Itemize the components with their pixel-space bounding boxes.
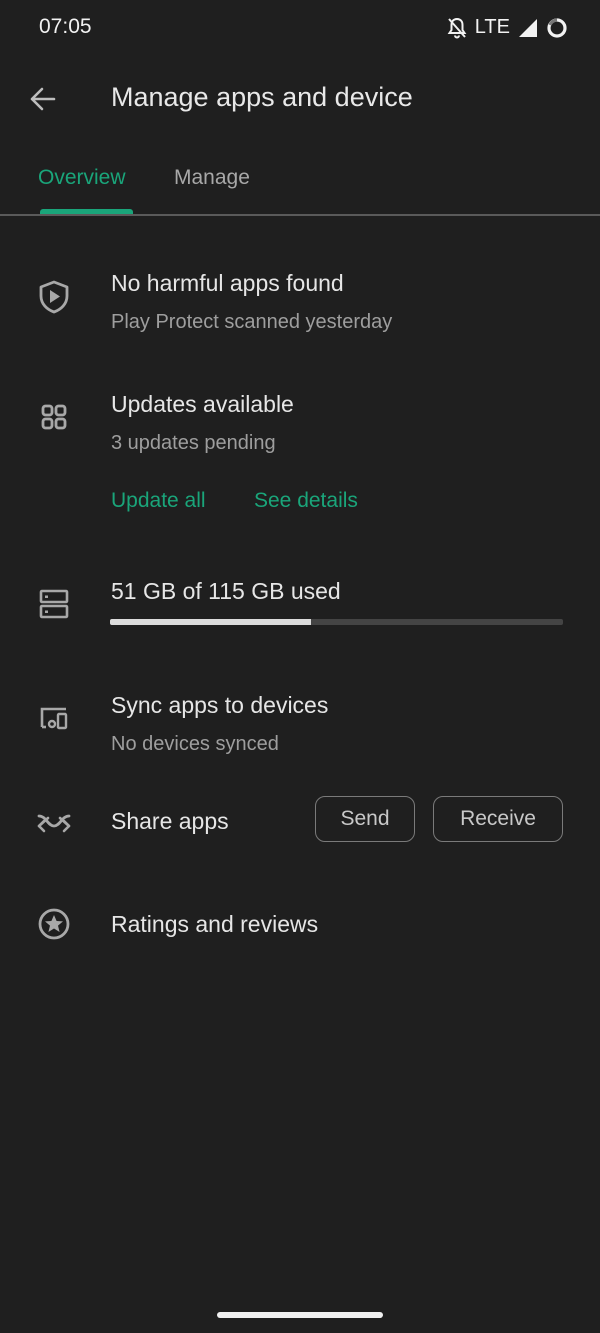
- share-apps-icon: [37, 814, 71, 833]
- storage-progress-fill: [110, 619, 311, 625]
- storage-progress-bar: [110, 619, 563, 625]
- sync-title: Sync apps to devices: [111, 692, 329, 718]
- back-button[interactable]: [28, 84, 58, 114]
- arrow-left-icon: [30, 87, 56, 111]
- send-button[interactable]: Send: [315, 796, 415, 842]
- receive-button[interactable]: Receive: [433, 796, 563, 842]
- tab-manage[interactable]: Manage: [174, 166, 250, 190]
- page-title: Manage apps and device: [111, 82, 413, 112]
- tab-divider: [0, 214, 600, 216]
- tab-overview[interactable]: Overview: [38, 166, 126, 190]
- ratings-title: Ratings and reviews: [111, 911, 319, 937]
- update-all-button[interactable]: Update all: [111, 489, 206, 513]
- star-circle-icon: [38, 908, 70, 940]
- updates-title: Updates available: [111, 391, 294, 417]
- home-gesture-bar[interactable]: [217, 1312, 383, 1318]
- see-details-button[interactable]: See details: [254, 489, 358, 513]
- status-icons: LTE: [447, 16, 568, 39]
- play-protect-subtitle: Play Protect scanned yesterday: [111, 311, 393, 333]
- apps-grid-icon: [41, 404, 67, 430]
- network-type: LTE: [474, 16, 510, 38]
- signal-icon: [519, 18, 537, 37]
- battery-icon: [547, 17, 567, 38]
- play-protect-title: No harmful apps found: [111, 270, 344, 296]
- storage-title: 51 GB of 115 GB used: [111, 578, 341, 604]
- shield-play-icon: [39, 280, 69, 314]
- storage-icon: [39, 589, 69, 619]
- devices-icon: [40, 707, 68, 730]
- status-time: 07:05: [39, 15, 92, 38]
- bell-off-icon: [447, 17, 467, 38]
- share-apps-title: Share apps: [111, 808, 229, 834]
- sync-subtitle: No devices synced: [111, 733, 279, 755]
- updates-subtitle: 3 updates pending: [111, 432, 276, 454]
